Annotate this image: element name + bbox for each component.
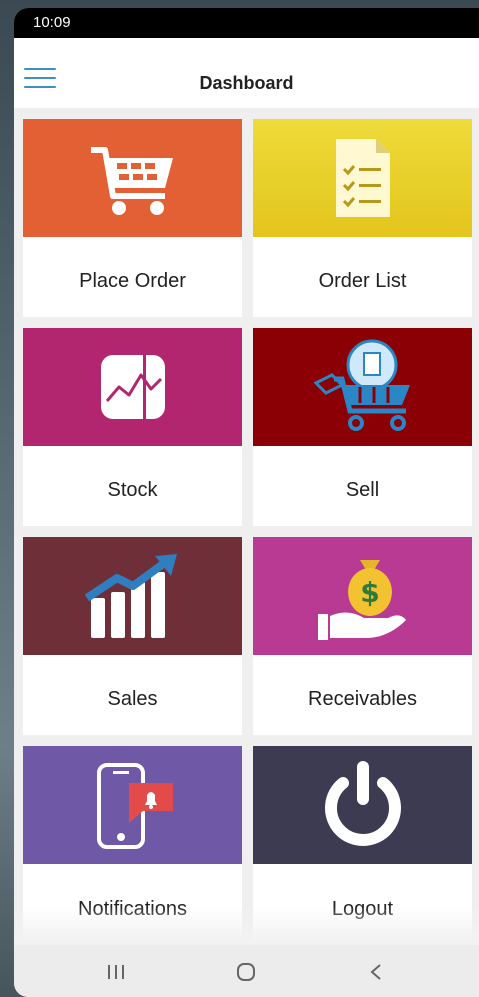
tile-label: Place Order [79, 270, 186, 292]
svg-text:$: $ [360, 576, 379, 609]
cart-icon [90, 147, 173, 215]
tile-place-order-bg [23, 119, 242, 237]
tile-label: Receivables [308, 688, 417, 710]
tile-order-list-bg [253, 119, 472, 237]
tile-order-list[interactable]: Order List [253, 119, 472, 317]
phone-bell-icon [96, 763, 173, 849]
tile-receivables-bg: $ [253, 537, 472, 655]
money-bag-hand-icon: $ [317, 560, 406, 640]
bar-growth-icon [84, 554, 177, 638]
phone-screen: 10:09 Dashboard Place Order Order List S… [14, 8, 479, 997]
home-icon[interactable] [226, 959, 266, 985]
power-icon [324, 761, 401, 846]
tile-notifications-bg [23, 746, 242, 864]
tile-logout-bg [253, 746, 472, 864]
tile-receivables[interactable]: $ Receivables [253, 537, 472, 735]
tile-label: Sales [107, 688, 158, 710]
tile-sales-bg [23, 537, 242, 655]
cart-tag-icon [312, 339, 410, 431]
tile-sell[interactable]: Sell [253, 328, 472, 526]
tile-label: Order List [318, 270, 407, 292]
system-nav-bar [14, 945, 479, 997]
tile-label: Stock [107, 479, 158, 501]
tile-notifications[interactable]: Notifications [23, 746, 242, 944]
line-chart-icon [100, 355, 165, 419]
tile-label: Notifications [78, 898, 187, 920]
tile-sales[interactable]: Sales [23, 537, 242, 735]
tile-sell-bg [253, 328, 472, 446]
page-title: Dashboard [199, 73, 294, 93]
tile-label: Sell [345, 479, 380, 501]
tile-stock[interactable]: Stock [23, 328, 242, 526]
tile-place-order[interactable]: Place Order [23, 119, 242, 317]
back-icon[interactable] [356, 959, 396, 985]
tile-logout[interactable]: Logout [253, 746, 472, 944]
tile-stock-bg [23, 328, 242, 446]
tile-label: Logout [331, 898, 394, 920]
clipboard-list-icon [335, 139, 390, 217]
recent-apps-icon[interactable] [96, 959, 136, 985]
